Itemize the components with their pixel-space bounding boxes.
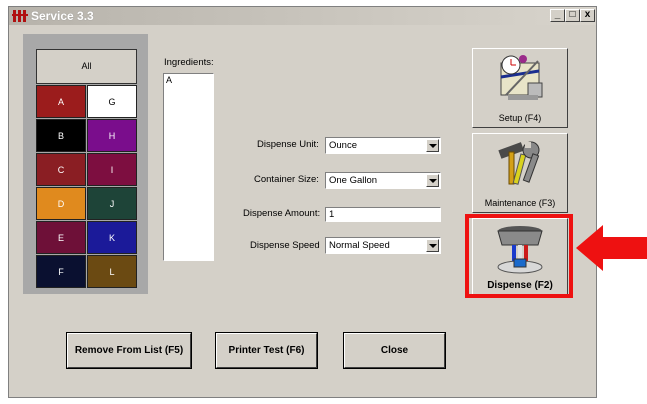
- list-item[interactable]: A: [164, 74, 213, 86]
- dispense-speed-label: Dispense Speed: [250, 240, 320, 251]
- palette-cell-i[interactable]: I: [87, 153, 137, 186]
- setup-button[interactable]: Setup (F4): [472, 48, 568, 128]
- dispense-amount-label: Dispense Amount:: [243, 208, 321, 219]
- printer-test-button[interactable]: Printer Test (F6): [215, 332, 318, 369]
- container-size-label: Container Size:: [254, 174, 319, 185]
- palette-cell-e[interactable]: E: [36, 221, 86, 254]
- palette-cell-g[interactable]: G: [87, 85, 137, 118]
- palette-cell-h[interactable]: H: [87, 119, 137, 152]
- window-title: Service 3.3: [31, 9, 94, 23]
- dispense-unit-select[interactable]: Ounce: [325, 137, 441, 154]
- palette-all-button[interactable]: All: [36, 49, 137, 84]
- container-size-value: One Gallon: [329, 175, 378, 186]
- maximize-button[interactable]: □: [565, 9, 580, 22]
- chevron-down-icon[interactable]: [426, 174, 439, 187]
- dispense-amount-input[interactable]: 1: [325, 207, 441, 222]
- annotation-arrow-icon: [576, 225, 647, 271]
- palette-cell-c[interactable]: C: [36, 153, 86, 186]
- remove-from-list-button[interactable]: Remove From List (F5): [66, 332, 192, 369]
- dispense-unit-value: Ounce: [329, 140, 357, 151]
- maintenance-button[interactable]: Maintenance (F3): [472, 133, 568, 213]
- close-window-button[interactable]: x: [580, 9, 595, 22]
- ingredients-label: Ingredients:: [164, 57, 214, 68]
- chevron-down-icon[interactable]: [426, 139, 439, 152]
- container-size-select[interactable]: One Gallon: [325, 172, 441, 189]
- dispense-unit-label: Dispense Unit:: [257, 139, 319, 150]
- minimize-button[interactable]: _: [550, 9, 565, 22]
- palette-cell-l[interactable]: L: [87, 255, 137, 288]
- chevron-down-icon[interactable]: [426, 239, 439, 252]
- hammer-wrench-icon: [498, 141, 540, 185]
- maintenance-label: Maintenance (F3): [484, 198, 556, 208]
- palette-cell-f[interactable]: F: [36, 255, 86, 288]
- title-bar[interactable]: Service 3.3 _ □ x: [9, 7, 596, 25]
- palette-cell-j[interactable]: J: [87, 187, 137, 220]
- dispense-speed-value: Normal Speed: [329, 240, 390, 251]
- setup-label: Setup (F4): [498, 113, 542, 123]
- highlight-box: [465, 214, 573, 298]
- ingredients-list[interactable]: A: [163, 73, 214, 261]
- palette-cell-a[interactable]: A: [36, 85, 86, 118]
- palette-cell-k[interactable]: K: [87, 221, 137, 254]
- close-button[interactable]: Close: [343, 332, 446, 369]
- palette-cell-d[interactable]: D: [36, 187, 86, 220]
- app-logo-icon: [12, 10, 28, 22]
- dispense-speed-select[interactable]: Normal Speed: [325, 237, 441, 254]
- palette-cell-b[interactable]: B: [36, 119, 86, 152]
- setup-icon: [500, 55, 543, 100]
